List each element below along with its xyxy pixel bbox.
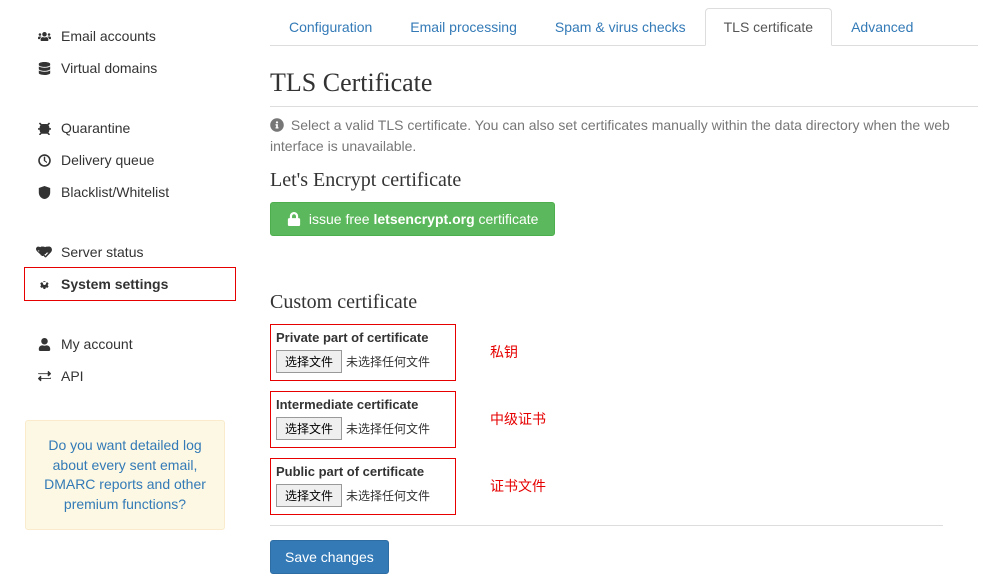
info-text: Select a valid TLS certificate. You can … (270, 115, 978, 157)
sidebar-item-label: Server status (61, 244, 143, 260)
sidebar-item-virtual-domains[interactable]: Virtual domains (25, 52, 235, 84)
info-icon (270, 117, 288, 133)
custom-cert-title: Custom certificate (270, 291, 978, 314)
tab-spam-virus-checks[interactable]: Spam & virus checks (536, 8, 705, 46)
cert-field-private: Private part of certificate 选择文件 未选择任何文件 (270, 324, 456, 381)
file-select-button-public[interactable]: 选择文件 (276, 484, 342, 507)
heartbeat-icon (35, 245, 53, 260)
main-content: Configuration Email processing Spam & vi… (250, 0, 1008, 582)
cert-field-label: Intermediate certificate (276, 397, 445, 412)
tab-email-processing[interactable]: Email processing (391, 8, 536, 46)
cert-field-intermediate: Intermediate certificate 选择文件 未选择任何文件 (270, 391, 456, 448)
sidebar-item-system-settings[interactable]: System settings (25, 268, 235, 300)
page-title: TLS Certificate (270, 68, 978, 107)
promo-text: Do you want detailed log about every sen… (44, 437, 206, 512)
cert-field-label: Private part of certificate (276, 330, 445, 345)
cogs-icon (35, 277, 53, 292)
btn-prefix: issue free (309, 211, 370, 227)
user-icon (35, 337, 53, 352)
clock-icon (35, 153, 53, 168)
exchange-icon (35, 369, 53, 384)
shield-icon (35, 185, 53, 200)
file-status: 未选择任何文件 (346, 487, 430, 504)
sidebar-item-my-account[interactable]: My account (25, 328, 235, 360)
sidebar-item-label: API (61, 368, 84, 384)
cert-field-label: Public part of certificate (276, 464, 445, 479)
file-status: 未选择任何文件 (346, 420, 430, 437)
file-status: 未选择任何文件 (346, 353, 430, 370)
lock-icon (287, 211, 305, 227)
letsencrypt-title: Let's Encrypt certificate (270, 169, 978, 192)
sidebar-item-delivery-queue[interactable]: Delivery queue (25, 144, 235, 176)
sidebar-item-api[interactable]: API (25, 360, 235, 392)
sidebar-item-label: Email accounts (61, 28, 156, 44)
cert-field-public: Public part of certificate 选择文件 未选择任何文件 (270, 458, 456, 515)
sidebar-item-label: Delivery queue (61, 152, 154, 168)
save-changes-button[interactable]: Save changes (270, 540, 389, 574)
users-icon (35, 29, 53, 44)
info-text-content: Select a valid TLS certificate. You can … (270, 117, 950, 154)
sidebar-item-label: Blacklist/Whitelist (61, 184, 169, 200)
annotation-intermediate: 中级证书 (490, 409, 546, 429)
sidebar-item-label: My account (61, 336, 133, 352)
sidebar-item-label: Virtual domains (61, 60, 157, 76)
sidebar-item-email-accounts[interactable]: Email accounts (25, 20, 235, 52)
promo-box[interactable]: Do you want detailed log about every sen… (25, 420, 225, 530)
annotation-private-key: 私钥 (490, 342, 518, 362)
file-select-button-private[interactable]: 选择文件 (276, 350, 342, 373)
btn-suffix: certificate (479, 211, 539, 227)
btn-bold: letsencrypt.org (373, 211, 474, 227)
sidebar-item-label: Quarantine (61, 120, 130, 136)
tabs: Configuration Email processing Spam & vi… (270, 8, 978, 46)
divider (270, 525, 943, 526)
sidebar-item-server-status[interactable]: Server status (25, 236, 235, 268)
tab-configuration[interactable]: Configuration (270, 8, 391, 46)
sidebar-item-blacklist-whitelist[interactable]: Blacklist/Whitelist (25, 176, 235, 208)
file-select-button-intermediate[interactable]: 选择文件 (276, 417, 342, 440)
sidebar-item-quarantine[interactable]: Quarantine (25, 112, 235, 144)
annotation-cert-file: 证书文件 (490, 476, 546, 496)
tab-advanced[interactable]: Advanced (832, 8, 932, 46)
issue-letsencrypt-button[interactable]: issue free letsencrypt.org certificate (270, 202, 555, 236)
bug-icon (35, 121, 53, 136)
database-icon (35, 61, 53, 76)
sidebar-item-label: System settings (61, 276, 168, 292)
sidebar: Email accounts Virtual domains Quarantin… (0, 0, 250, 582)
tab-tls-certificate[interactable]: TLS certificate (705, 8, 832, 46)
